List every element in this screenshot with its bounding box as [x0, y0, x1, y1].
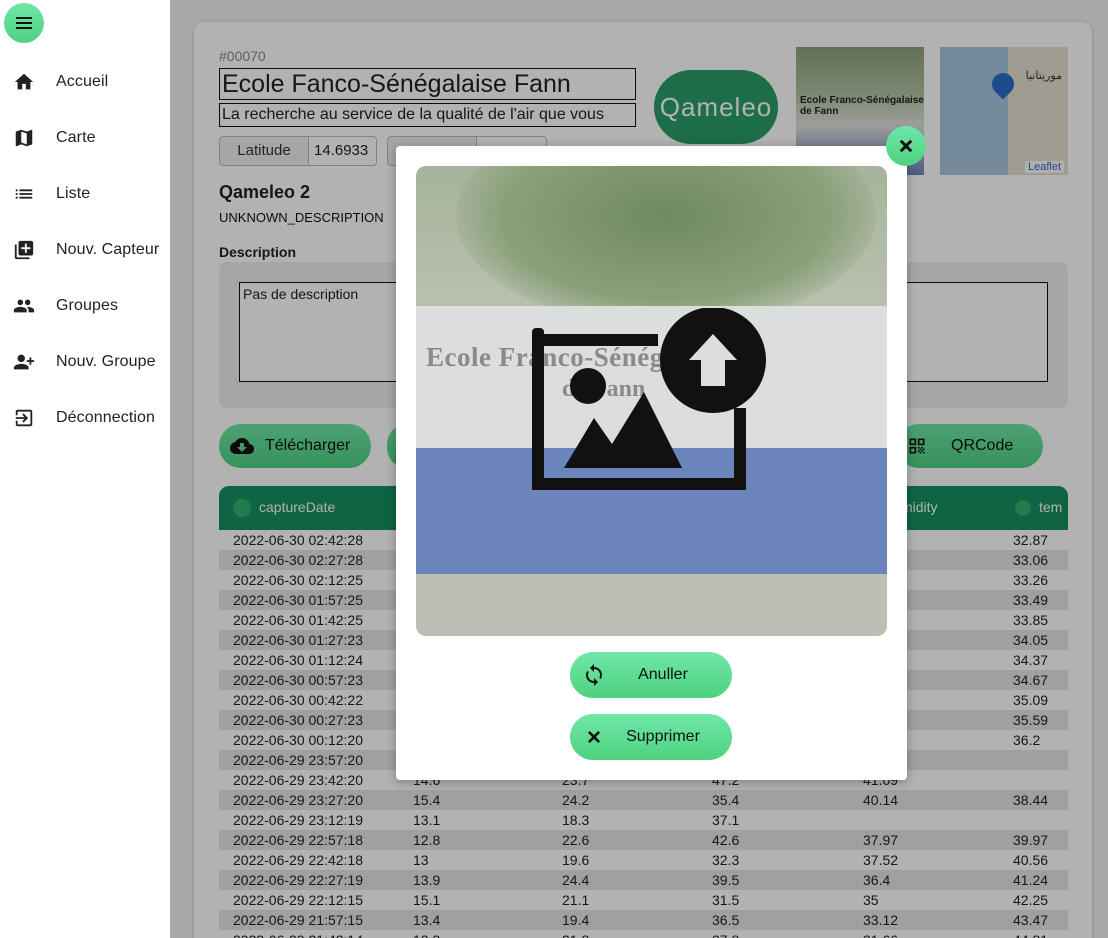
map-icon	[12, 126, 36, 150]
modal-close-button[interactable]	[886, 126, 926, 166]
sidebar-item-label: Déconnection	[56, 409, 156, 426]
cancel-label: Anuller	[638, 666, 688, 683]
home-icon	[12, 70, 36, 94]
sidebar-item-nouv-groupe[interactable]: Nouv. Groupe	[0, 334, 170, 390]
app: Accueil Carte Liste Nouv. Capteur Groupe…	[0, 0, 1108, 938]
sidebar-item-label: Accueil	[56, 73, 109, 90]
modal-photo-preview[interactable]: Ecole Franco-Sénégalaise de Fann	[416, 166, 887, 636]
add-box-icon	[12, 238, 36, 262]
sidebar: Accueil Carte Liste Nouv. Capteur Groupe…	[0, 0, 170, 938]
list-icon	[12, 182, 36, 206]
sidebar-item-liste[interactable]: Liste	[0, 166, 170, 222]
sidebar-item-deconnection[interactable]: Déconnection	[0, 390, 170, 446]
sidebar-item-label: Groupes	[56, 297, 119, 314]
sidebar-nav: Accueil Carte Liste Nouv. Capteur Groupe…	[0, 54, 170, 446]
sidebar-item-label: Nouv. Capteur	[56, 241, 160, 258]
sidebar-item-label: Liste	[56, 185, 91, 202]
photo-upload-modal: Ecole Franco-Sénégalaise de Fann Anuller	[396, 146, 907, 780]
menu-button[interactable]	[4, 3, 44, 43]
sidebar-item-label: Carte	[56, 129, 96, 146]
add-user-icon	[12, 350, 36, 374]
sidebar-item-nouv-capteur[interactable]: Nouv. Capteur	[0, 222, 170, 278]
sidebar-item-accueil[interactable]: Accueil	[0, 54, 170, 110]
hamburger-menu-icon	[16, 22, 32, 24]
image-upload-icon[interactable]	[532, 308, 772, 498]
photo-ground	[416, 574, 887, 636]
close-icon	[899, 139, 913, 153]
sidebar-item-groupes[interactable]: Groupes	[0, 278, 170, 334]
sidebar-item-carte[interactable]: Carte	[0, 110, 170, 166]
delete-label: Supprimer	[626, 728, 700, 745]
cancel-button[interactable]: Anuller	[570, 652, 732, 698]
sidebar-item-label: Nouv. Groupe	[56, 353, 156, 370]
delete-button[interactable]: Supprimer	[570, 714, 732, 760]
group-icon	[12, 294, 36, 318]
logout-icon	[12, 406, 36, 430]
